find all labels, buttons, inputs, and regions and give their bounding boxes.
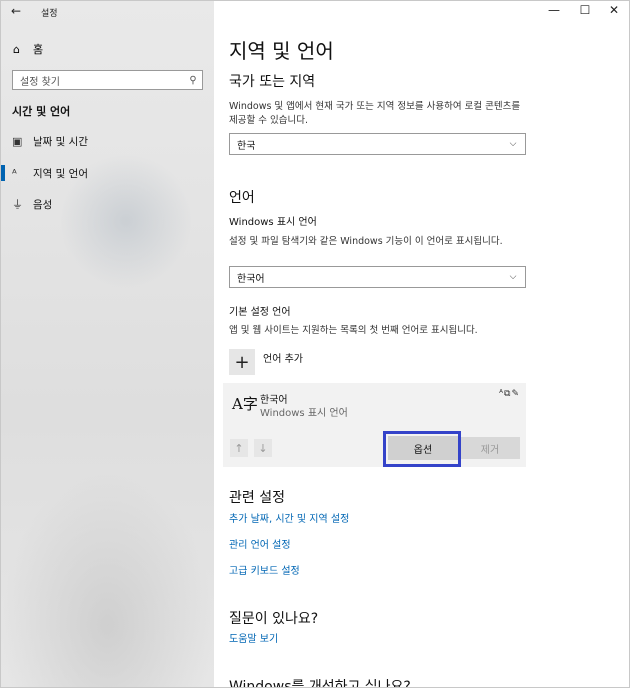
chevron-down-icon: ⌵	[509, 139, 517, 149]
app-title: 설정	[41, 9, 58, 19]
region-heading: 국가 또는 지역	[229, 74, 316, 90]
sidebar-item-date-time[interactable]: ▣ 날짜 및 시간	[1, 129, 214, 153]
country-dropdown[interactable]: 한국 ⌵	[229, 133, 526, 155]
display-language-dropdown[interactable]: 한국어 ⌵	[229, 266, 526, 288]
advanced-keyboard-link[interactable]: 고급 키보드 설정	[229, 562, 300, 577]
sidebar-item-region-language[interactable]: ᴬ 지역 및 언어	[1, 161, 214, 185]
sidebar-section-heading: 시간 및 언어	[12, 105, 71, 118]
move-up-button[interactable]: ↑	[230, 439, 248, 457]
language-icon: ᴬ	[12, 166, 17, 180]
sidebar-item-label: 음성	[33, 198, 53, 211]
microphone-icon: ⏚	[12, 198, 23, 211]
language-heading: 언어	[229, 190, 255, 206]
help-link[interactable]: 도움말 보기	[229, 630, 278, 645]
back-arrow-icon[interactable]: ←	[11, 4, 21, 18]
home-icon: ⌂	[13, 42, 20, 56]
language-card-korean[interactable]: A字 한국어 Windows 표시 언어 ᴬ⧉✎ ↑ ↓ 옵션 제거	[223, 383, 526, 467]
improve-heading: Windows를 개선하고 싶나요?	[229, 679, 411, 688]
home-label: 홈	[33, 43, 44, 56]
additional-date-time-link[interactable]: 추가 날짜, 시간 및 지역 설정	[229, 510, 349, 525]
options-highlight-box	[383, 431, 461, 467]
plus-icon: +	[229, 349, 255, 375]
add-language-label: 언어 추가	[263, 354, 303, 365]
preferred-language-description: 앱 및 웹 사이트는 지원하는 목록의 첫 번째 언어로 표시됩니다.	[229, 325, 478, 336]
calendar-clock-icon: ▣	[12, 134, 23, 148]
country-value: 한국	[237, 140, 256, 152]
language-features-icon: ᴬ⧉✎	[499, 389, 520, 399]
region-description: Windows 및 앱에서 현재 국가 또는 지역 정보를 사용하여 로컬 콘텐…	[229, 101, 521, 126]
language-subtitle: Windows 표시 언어	[260, 408, 348, 419]
search-icon[interactable]: ⚲	[184, 75, 202, 86]
move-down-button[interactable]: ↓	[254, 439, 272, 457]
sidebar-item-label: 날짜 및 시간	[33, 135, 88, 148]
page-title: 지역 및 언어	[229, 39, 334, 63]
display-language-label: Windows 표시 언어	[229, 217, 317, 228]
chevron-down-icon: ⌵	[509, 272, 517, 282]
sidebar-item-speech[interactable]: ⏚ 음성	[1, 192, 214, 216]
admin-language-link[interactable]: 관리 언어 설정	[229, 536, 291, 551]
related-settings-heading: 관련 설정	[229, 490, 285, 506]
minimize-button[interactable]: —	[539, 3, 569, 17]
home-link[interactable]: ⌂ 홈	[13, 41, 43, 57]
question-heading: 질문이 있나요?	[229, 611, 319, 627]
add-language-button[interactable]: + 언어 추가	[229, 349, 303, 375]
settings-window: ← 설정 ⌂ 홈 설정 찾기 ⚲ 시간 및 언어 ▣ 날짜 및 시간 ᴬ 지역 …	[0, 0, 630, 688]
maximize-button[interactable]: ☐	[570, 3, 600, 17]
remove-button[interactable]: 제거	[460, 437, 520, 459]
search-input[interactable]: 설정 찾기 ⚲	[12, 70, 203, 90]
language-glyph-icon: A字	[232, 395, 258, 413]
preferred-language-label: 기본 설정 언어	[229, 307, 291, 318]
sidebar-item-label: 지역 및 언어	[33, 167, 88, 180]
display-language-value: 한국어	[237, 273, 265, 285]
display-language-description: 설정 및 파일 탐색기와 같은 Windows 기능이 이 언어로 표시됩니다.	[229, 236, 503, 247]
search-placeholder: 설정 찾기	[20, 76, 60, 88]
sidebar: ← 설정 ⌂ 홈 설정 찾기 ⚲ 시간 및 언어 ▣ 날짜 및 시간 ᴬ 지역 …	[1, 1, 214, 687]
close-button[interactable]: ✕	[599, 3, 629, 17]
